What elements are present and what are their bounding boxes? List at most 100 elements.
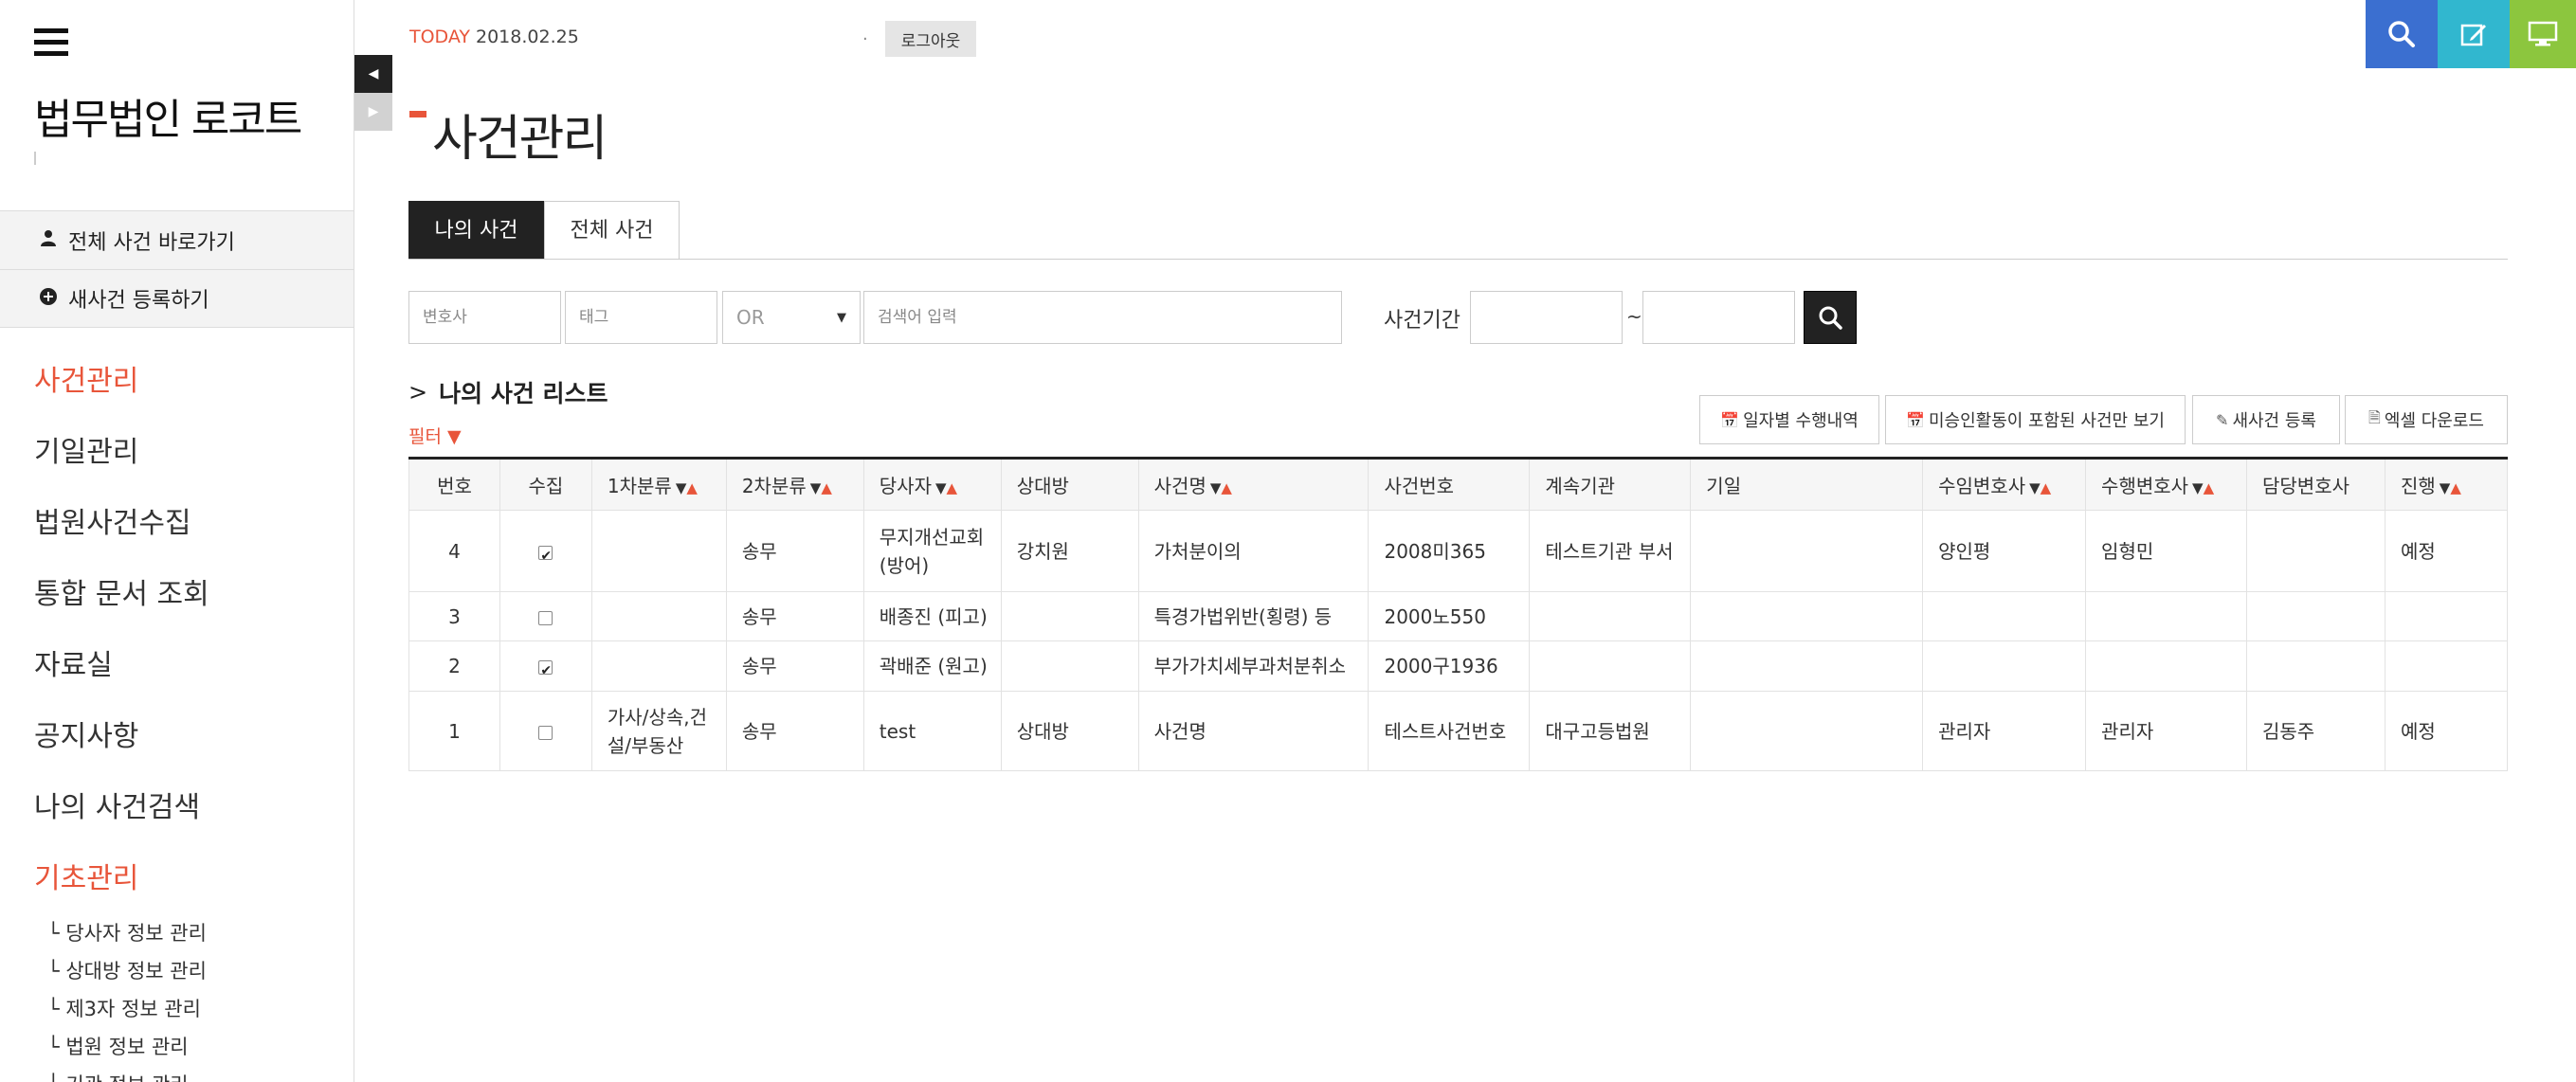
quick-link-new-case[interactable]: 새사건 등록하기 <box>0 269 354 328</box>
cell-no: 3 <box>408 591 500 641</box>
case-tabs: 나의 사건 전체 사건 <box>408 201 680 260</box>
cell-cat2: 송무 <box>725 691 864 771</box>
cell-collected <box>499 691 592 771</box>
unapproved-cases-button[interactable]: 📅 미승인활동이 포함된 사건만 보기 <box>1885 395 2186 444</box>
nav-item-case-management[interactable]: 사건관리 <box>34 358 209 429</box>
top-monitor-button[interactable] <box>2510 0 2576 68</box>
column-header[interactable]: 사건명 ▼▲ <box>1137 458 1370 511</box>
collect-checkbox[interactable] <box>538 542 553 570</box>
firm-name[interactable]: 법무법인 로코트 <box>34 85 302 146</box>
cell-collected <box>499 510 592 592</box>
caret-down-icon: ▼ <box>837 310 846 325</box>
column-header[interactable]: 2차분류 ▼▲ <box>725 458 864 511</box>
nav-item-my-case-search[interactable]: 나의 사건검색 <box>34 784 209 856</box>
sub-nav-item[interactable]: └ 기관 정보 관리 <box>47 1069 207 1082</box>
nav-item-basic-management[interactable]: 기초관리 <box>34 856 209 927</box>
calendar-icon: 📅 <box>1906 410 1925 429</box>
column-header[interactable]: 수행변호사 ▼▲ <box>2085 458 2247 511</box>
cell-charge-lawyer <box>2246 510 2386 592</box>
collapse-sidebar-button[interactable]: ◀ <box>354 55 392 93</box>
table-row[interactable]: 4 송무 무지개선교회 (방어) 강치원 가처분이의 2008미365 테스트기… <box>408 510 2509 592</box>
cell-opponent <box>1000 591 1139 641</box>
cell-case-name[interactable]: 부가가치세부과처분취소 <box>1137 640 1370 692</box>
search-button[interactable] <box>1804 291 1857 344</box>
excel-download-button[interactable]: 🗎 엑셀 다운로드 <box>2345 395 2508 444</box>
tab-my-cases[interactable]: 나의 사건 <box>408 201 544 260</box>
sort-icon[interactable]: ▼▲ <box>935 479 957 496</box>
nav-item-date-management[interactable]: 기일관리 <box>34 429 209 500</box>
sort-icon[interactable]: ▼▲ <box>676 479 698 496</box>
case-table: 번호 수집 1차분류 ▼▲ 2차분류 ▼▲ 당사자 ▼▲ 상대방 사건명 ▼▲ 사건번호… <box>408 457 2509 771</box>
column-header[interactable]: 진행 ▼▲ <box>2384 458 2509 511</box>
nav-item-notices[interactable]: 공지사항 <box>34 713 209 784</box>
new-case-button[interactable]: ✎ 새사건 등록 <box>2192 395 2340 444</box>
column-header: 담당변호사 <box>2246 458 2386 511</box>
edit-icon <box>2460 24 2486 46</box>
today-label: TODAY <box>409 27 470 47</box>
keyword-input[interactable] <box>863 291 1342 344</box>
cell-retain-lawyer <box>1922 591 2087 641</box>
operator-value: OR <box>736 306 765 329</box>
cell-collected <box>499 640 592 692</box>
cell-cat2: 송무 <box>725 640 864 692</box>
lawyer-input[interactable] <box>408 291 561 344</box>
cell-case-name[interactable]: 가처분이의 <box>1137 510 1370 592</box>
cell-retain-lawyer <box>1922 640 2087 692</box>
nav-item-document-search[interactable]: 통합 문서 조회 <box>34 571 209 642</box>
today-date: 2018.02.25 <box>476 27 579 47</box>
cell-case-name[interactable]: 특경가법위반(횡령) 등 <box>1137 591 1370 641</box>
sort-icon[interactable]: ▼▲ <box>1210 479 1232 496</box>
sub-nav-item[interactable]: └ 상대방 정보 관리 <box>47 955 207 993</box>
nav-item-archive[interactable]: 자료실 <box>34 642 209 713</box>
collect-checkbox[interactable] <box>538 610 553 625</box>
column-header[interactable]: 수임변호사 ▼▲ <box>1922 458 2087 511</box>
column-header: 기일 <box>1690 458 1924 511</box>
cell-cat2: 송무 <box>725 510 864 592</box>
sidebar: 법무법인 로코트 전체 사건 바로가기 새사건 등록하기 사건관리 기일관리 법… <box>0 0 354 1082</box>
tab-all-cases[interactable]: 전체 사건 <box>544 201 680 260</box>
column-header: 번호 <box>408 458 500 511</box>
nav-item-court-collection[interactable]: 법원사건수집 <box>34 500 209 571</box>
search-icon <box>2388 21 2415 47</box>
cell-case-no: 2000구1936 <box>1368 640 1531 692</box>
cell-perform-lawyer: 임형민 <box>2085 510 2247 592</box>
quick-link-all-cases[interactable]: 전체 사건 바로가기 <box>0 210 354 269</box>
cell-perform-lawyer <box>2085 640 2247 692</box>
table-row[interactable]: 3 송무 배종진 (피고) 특경가법위반(횡령) 등 2000노550 <box>408 591 2509 641</box>
sort-icon[interactable]: ▼▲ <box>810 479 832 496</box>
column-header[interactable]: 1차분류 ▼▲ <box>590 458 727 511</box>
period-separator: ~ <box>1626 305 1642 328</box>
tag-input[interactable] <box>565 291 717 344</box>
top-edit-button[interactable] <box>2438 0 2510 68</box>
button-label: 일자별 수행내역 <box>1743 411 1859 431</box>
cell-case-name[interactable]: 사건명 <box>1137 691 1370 771</box>
cell-cat1 <box>590 510 727 592</box>
column-header[interactable]: 당사자 ▼▲ <box>862 458 1002 511</box>
operator-select[interactable]: OR ▼ <box>722 291 861 344</box>
sub-nav-item[interactable]: └ 당사자 정보 관리 <box>47 917 207 955</box>
period-start-input[interactable] <box>1470 291 1623 344</box>
sort-icon[interactable]: ▼▲ <box>2440 479 2461 496</box>
sub-nav: └ 당사자 정보 관리 └ 상대방 정보 관리 └ 제3자 정보 관리 └ 법원… <box>47 917 207 1082</box>
cell-retain-lawyer: 양인평 <box>1922 510 2087 592</box>
collect-checkbox[interactable] <box>538 725 553 740</box>
sub-nav-item[interactable]: └ 법원 정보 관리 <box>47 1031 207 1069</box>
table-row[interactable]: 2 송무 곽배준 (원고) 부가가치세부과처분취소 2000구1936 <box>408 640 2509 692</box>
sort-icon[interactable]: ▼▲ <box>2029 479 2051 496</box>
top-search-button[interactable] <box>2366 0 2438 68</box>
collect-checkbox[interactable] <box>538 657 553 685</box>
period-end-input[interactable] <box>1642 291 1795 344</box>
filter-toggle[interactable]: 필터 ▼ <box>408 423 462 448</box>
button-label: 새사건 등록 <box>2232 411 2316 431</box>
logout-button[interactable]: 로그아웃 <box>885 21 976 57</box>
daily-activity-button[interactable]: 📅 일자별 수행내역 <box>1699 395 1879 444</box>
sort-icon[interactable]: ▼▲ <box>2192 479 2214 496</box>
cell-status <box>2384 591 2509 641</box>
expand-sidebar-button[interactable]: ▶ <box>354 93 392 131</box>
separator: . <box>862 25 868 45</box>
sub-nav-item[interactable]: └ 제3자 정보 관리 <box>47 993 207 1031</box>
period-label: 사건기간 <box>1384 309 1460 333</box>
plus-circle-icon <box>38 287 59 310</box>
table-row[interactable]: 1 가사/상속,건설/부동산 송무 test 상대방 사건명 테스트사건번호 대… <box>408 691 2509 771</box>
menu-icon[interactable] <box>34 28 68 57</box>
